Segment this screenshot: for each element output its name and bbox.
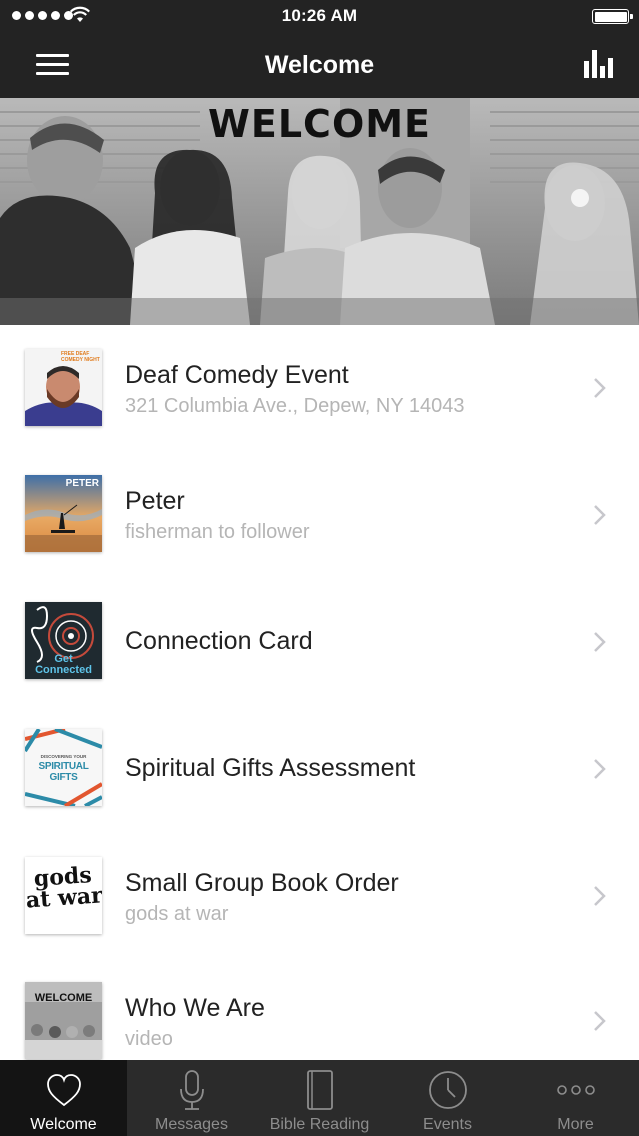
list-item-connection-card[interactable]: Get Connected Connection Card xyxy=(0,579,639,706)
chevron-right-icon xyxy=(594,505,606,525)
thumb-caption: FREE DEAF COMEDY NIGHT xyxy=(61,351,100,363)
list-item-peter[interactable]: PETER Peter fisherman to follower xyxy=(0,452,639,579)
list-item-subtitle: gods at war xyxy=(125,903,229,925)
chevron-right-icon xyxy=(594,632,606,652)
battery-icon xyxy=(592,9,633,24)
thumb-caption: SPIRITUAL GIFTS xyxy=(38,761,89,783)
list-item-title: Peter xyxy=(125,487,185,515)
thumb-caption: gods at war xyxy=(25,862,102,914)
chevron-right-icon xyxy=(594,759,606,779)
bar-chart-icon[interactable] xyxy=(584,50,614,78)
peter-thumbnail: PETER xyxy=(25,475,102,552)
chevron-right-icon xyxy=(594,886,606,906)
page-title: Welcome xyxy=(264,51,375,79)
list-item-title: Spiritual Gifts Assessment xyxy=(125,754,416,782)
list-item-title: Deaf Comedy Event xyxy=(125,361,349,389)
thumb-caption: PETER xyxy=(65,478,99,489)
thumb-caption: Get Connected xyxy=(35,653,92,676)
microphone-icon xyxy=(179,1070,204,1110)
clock-icon xyxy=(428,1071,467,1109)
gods-at-war-thumbnail: gods at war xyxy=(25,857,102,934)
list-item-subtitle: 321 Columbia Ave., Depew, NY 14043 xyxy=(125,395,465,417)
status-time: 10:26 AM xyxy=(281,6,358,25)
chevron-right-icon xyxy=(594,378,606,398)
welcome-hero-banner: WELCOME xyxy=(0,98,639,325)
chevron-right-icon xyxy=(594,1011,606,1031)
tab-welcome[interactable]: Welcome xyxy=(0,1060,127,1136)
content-list: FREE DEAF COMEDY NIGHT Deaf Comedy Event… xyxy=(0,325,639,1061)
tab-bar: Welcome Messages Bible Reading Events Mo… xyxy=(0,1060,639,1136)
tab-label: More xyxy=(557,1116,594,1133)
hero-banner-text: WELCOME xyxy=(207,102,432,146)
list-item-title: Who We Are xyxy=(125,994,265,1022)
spiritual-gifts-thumbnail: DISCOVERING YOUR SPIRITUAL GIFTS xyxy=(25,729,102,806)
book-icon xyxy=(306,1070,333,1110)
tab-messages[interactable]: Messages xyxy=(128,1060,255,1136)
thumb-caption: WELCOME xyxy=(34,992,93,1004)
tab-label: Bible Reading xyxy=(269,1116,370,1133)
thumb-caption-small: DISCOVERING YOUR xyxy=(40,754,87,759)
list-item-title: Small Group Book Order xyxy=(125,869,399,897)
list-item-subtitle: video xyxy=(125,1028,173,1050)
tab-label: Welcome xyxy=(30,1116,97,1133)
tab-label: Events xyxy=(423,1116,472,1133)
list-item-small-group-book-order[interactable]: gods at war Small Group Book Order gods … xyxy=(0,833,639,960)
navigation-bar: Welcome xyxy=(0,34,639,98)
list-item-title: Connection Card xyxy=(125,627,313,655)
status-bar: 10:26 AM xyxy=(0,0,639,34)
get-connected-thumbnail: Get Connected xyxy=(25,602,102,679)
list-item-subtitle: fisherman to follower xyxy=(125,521,310,543)
tab-more[interactable]: More xyxy=(512,1060,639,1136)
deaf-comedy-thumbnail: FREE DEAF COMEDY NIGHT xyxy=(25,349,102,426)
tab-label: Messages xyxy=(155,1116,228,1133)
tab-events[interactable]: Events xyxy=(384,1060,511,1136)
more-dots-icon xyxy=(556,1085,595,1095)
list-item-spiritual-gifts-assessment[interactable]: DISCOVERING YOUR SPIRITUAL GIFTS Spiritu… xyxy=(0,706,639,833)
heart-icon xyxy=(46,1074,81,1107)
welcome-photo-thumbnail: WELCOME xyxy=(25,982,102,1059)
list-item-deaf-comedy-event[interactable]: FREE DEAF COMEDY NIGHT Deaf Comedy Event… xyxy=(0,325,639,452)
list-item-who-we-are[interactable]: WELCOME Who We Are video xyxy=(0,960,639,1061)
tab-bible-reading[interactable]: Bible Reading xyxy=(256,1060,383,1136)
